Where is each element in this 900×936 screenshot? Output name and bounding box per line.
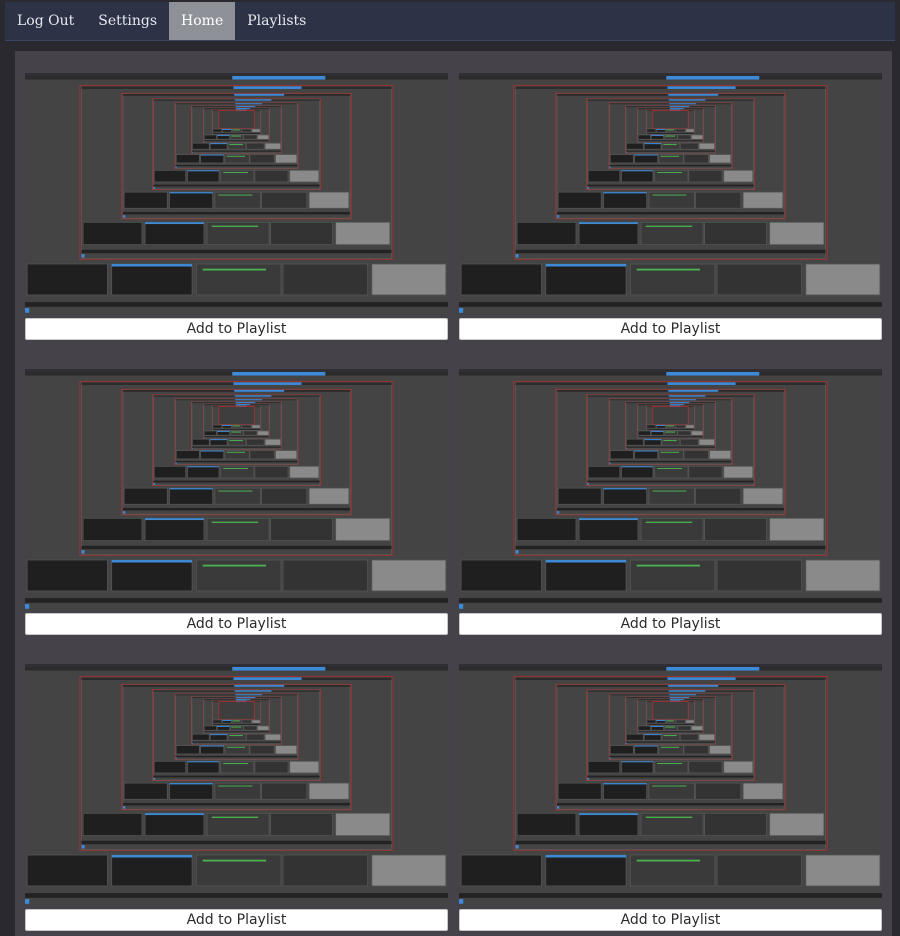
add-to-playlist-button[interactable]: Add to Playlist	[25, 318, 448, 340]
video-card: Add to Playlist	[459, 369, 882, 635]
recursive-screen-capture-image	[459, 76, 882, 314]
add-to-playlist-button[interactable]: Add to Playlist	[25, 909, 448, 931]
nav-playlists[interactable]: Playlists	[235, 2, 318, 40]
add-to-playlist-button[interactable]: Add to Playlist	[25, 613, 448, 635]
video-thumbnail[interactable]	[459, 369, 882, 610]
add-to-playlist-button[interactable]: Add to Playlist	[459, 318, 882, 340]
nav-log-out[interactable]: Log Out	[5, 2, 86, 40]
video-thumbnail[interactable]	[25, 664, 448, 905]
video-card: Add to Playlist	[459, 664, 882, 931]
video-card: Add to Playlist	[459, 73, 882, 340]
add-to-playlist-button[interactable]: Add to Playlist	[459, 613, 882, 635]
nav-settings[interactable]: Settings	[86, 2, 169, 40]
video-grid-panel: Add to Playlist Add to Playlist Add to P…	[15, 51, 892, 936]
recursive-screen-capture-image	[459, 372, 882, 610]
video-thumbnail[interactable]	[25, 369, 448, 610]
video-card: Add to Playlist	[25, 73, 448, 340]
top-navigation-bar: Log Out Settings Home Playlists	[5, 2, 895, 41]
video-card: Add to Playlist	[25, 369, 448, 635]
add-to-playlist-button[interactable]: Add to Playlist	[459, 909, 882, 931]
recursive-screen-capture-image	[25, 76, 448, 314]
recursive-screen-capture-image	[459, 667, 882, 905]
recursive-screen-capture-image	[25, 372, 448, 610]
video-thumbnail[interactable]	[459, 73, 882, 314]
video-thumbnail[interactable]	[25, 73, 448, 314]
nav-home[interactable]: Home	[169, 2, 236, 40]
recursive-screen-capture-image	[25, 667, 448, 905]
video-card: Add to Playlist	[25, 664, 448, 931]
video-thumbnail[interactable]	[459, 664, 882, 905]
